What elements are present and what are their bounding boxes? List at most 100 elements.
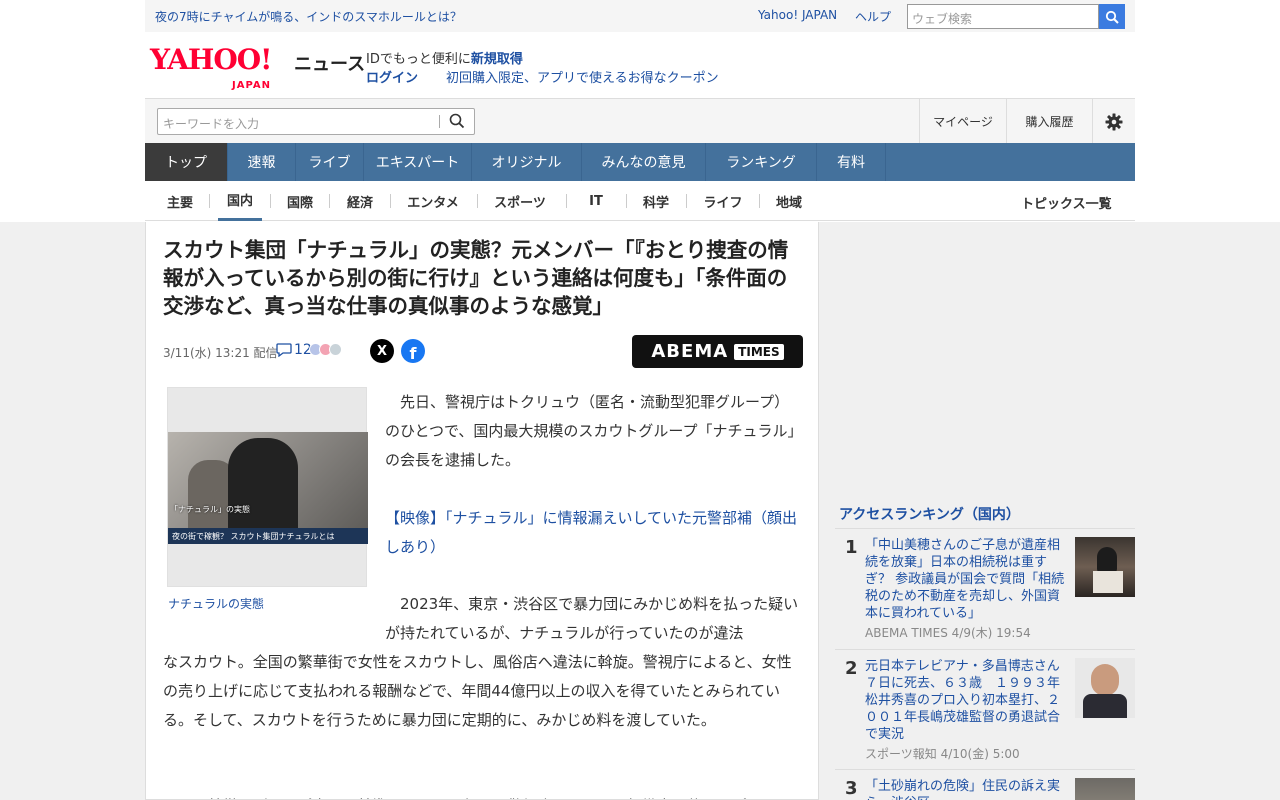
nav-ranking[interactable]: ランキング: [706, 143, 817, 181]
web-search-input[interactable]: ウェブ検索: [907, 4, 1099, 29]
article-date: 3/11(水) 13:21: [163, 346, 250, 360]
search-icon: [449, 113, 465, 129]
cat-entertainment[interactable]: エンタメ: [399, 181, 467, 221]
thumbnail-figure: [1097, 547, 1117, 573]
article-paragraph-rest: なスカウト。全国の繁華街で女性をスカウトし、風俗店へ違法に斡旋。警視庁によると、…: [163, 653, 792, 729]
service-name: ニュース: [294, 54, 366, 75]
ranking-item-meta: ABEMA TIMES 4/9(木) 19:54: [865, 626, 1031, 640]
keyword-search-button[interactable]: [449, 113, 465, 133]
id-promo: IDでもっと便利に新規取得: [366, 48, 523, 67]
cat-divider: [566, 194, 567, 208]
cat-divider: [759, 194, 760, 208]
cat-main[interactable]: 主要: [159, 181, 201, 221]
ranking-number: 1: [845, 537, 858, 558]
ranking-item[interactable]: 2 元日本テレビアナ・多昌博志さん７日に死去、６３歳 １９９３年松井秀喜のプロ入…: [835, 650, 1135, 770]
comment-icon: [276, 343, 292, 357]
photo-overlay-caption: 「ナチュラル」の実態: [170, 505, 250, 514]
nav-opinions[interactable]: みんなの意見: [582, 143, 706, 181]
comment-count-link[interactable]: 12: [276, 342, 312, 358]
search-row: キーワードを入力 マイページ 購入履歴: [145, 98, 1135, 144]
cat-divider: [686, 194, 687, 208]
x-icon: X: [376, 343, 388, 359]
nav-paid[interactable]: 有料: [817, 143, 886, 181]
thumbnail-figure: [1093, 571, 1123, 593]
mypage-link[interactable]: マイページ: [919, 99, 1006, 144]
topics-list-link[interactable]: トピックス一覧: [1021, 193, 1112, 212]
reaction-face-icon: [329, 343, 342, 356]
video-link[interactable]: 【映像】「ナチュラル」に情報漏えいしていた元警部補（顔出しあり）: [385, 504, 803, 562]
cat-divider: [329, 194, 330, 208]
ranking-thumbnail: [1075, 658, 1135, 718]
article-headline: スカウト集団「ナチュラル」の実態？元メンバー「『おとり捜査の情報が入っているから…: [163, 238, 789, 318]
settings-button[interactable]: [1092, 99, 1135, 144]
nav-expert[interactable]: エキスパート: [364, 143, 472, 181]
cat-world[interactable]: 国際: [279, 181, 321, 221]
ranking-number: 3: [845, 778, 858, 799]
source-logo-abema-times[interactable]: ABEMA TIMES: [632, 335, 803, 368]
article-paragraph: その特徴はグループ内での基準は“SNS”で行い、警視庁によると、組織内で使うアプ…: [163, 792, 803, 799]
ranking-number: 2: [845, 658, 858, 679]
purchase-history-link[interactable]: 購入履歴: [1006, 99, 1092, 144]
thumbnail-figure: [1083, 694, 1127, 718]
coupon-link[interactable]: 初回購入限定、アプリで使えるお得なクーポン: [446, 67, 719, 86]
cat-divider: [626, 194, 627, 208]
gear-icon: [1105, 113, 1123, 130]
article-paragraph: 先日、警視庁はトクリュウ（匿名・流動型犯罪グループ）のひとつで、国内最大規模のス…: [385, 393, 803, 469]
web-search-button[interactable]: [1099, 4, 1125, 29]
article-meta: 3/11(水) 13:21 配信: [163, 344, 278, 361]
ranking-item[interactable]: 1 「中山美穂さんのご子息が遺産相続を放棄」日本の相続税は重すぎ？ 参政議員が国…: [835, 529, 1135, 650]
access-ranking: アクセスランキング（国内） 1 「中山美穂さんのご子息が遺産相続を放棄」日本の相…: [835, 500, 1135, 800]
ranking-item-meta: スポーツ報知 4/10(金) 5:00: [865, 747, 1020, 761]
cat-it[interactable]: IT: [575, 181, 617, 221]
cat-domestic[interactable]: 国内: [218, 181, 262, 221]
photo-image: 「ナチュラル」の実態 夜の街で稼観？ スカウト集団ナチュラルとは: [168, 432, 368, 544]
cat-sports[interactable]: スポーツ: [486, 181, 554, 221]
reaction-icons[interactable]: [309, 343, 342, 356]
nav-live[interactable]: ライブ: [296, 143, 364, 181]
cat-divider: [270, 194, 271, 208]
x-share-button[interactable]: X: [370, 339, 394, 363]
site-header: YAHOO! JAPAN ニュース IDでもっと便利に新規取得 ログイン 初回購…: [145, 32, 1135, 98]
article-paragraph-indent: 2023年、東京・渋谷区で暴力団にみかじめ料を払った疑いが持たれているが、ナチュ…: [385, 595, 799, 642]
search-icon: [1105, 10, 1119, 24]
thumbnail-figure: [1091, 664, 1119, 696]
ranking-item-title[interactable]: 「中山美穂さんのご子息が遺産相続を放棄」日本の相続税は重すぎ？ 参政議員が国会で…: [865, 537, 1068, 622]
cat-science[interactable]: 科学: [635, 181, 677, 221]
article-paragraph: 2023年、東京・渋谷区で暴力団にみかじめ料を払った疑いが持たれているが、ナチュ…: [163, 590, 803, 735]
yahoo-japan-link[interactable]: Yahoo! JAPAN: [758, 8, 837, 22]
cat-divider: [390, 194, 391, 208]
search-divider: [439, 115, 440, 128]
facebook-icon: f: [409, 344, 417, 363]
cat-economy[interactable]: 経済: [338, 181, 382, 221]
signup-link[interactable]: 新規取得: [471, 52, 523, 67]
cat-life[interactable]: ライフ: [696, 181, 750, 221]
ranking-title[interactable]: アクセスランキング（国内）: [839, 504, 1020, 524]
id-promo-text: IDでもっと便利に: [366, 52, 471, 67]
article: スカウト集団「ナチュラル」の実態？元メンバー「『おとり捜査の情報が入っているから…: [145, 222, 819, 800]
ranking-item-title[interactable]: 元日本テレビアナ・多昌博志さん７日に死去、６３歳 １９９３年松井秀喜のプロ入り初…: [865, 658, 1068, 743]
nav-breaking[interactable]: 速報: [228, 143, 296, 181]
ranking-thumbnail: [1075, 778, 1135, 800]
cat-divider: [477, 194, 478, 208]
photo-caption-bar: 夜の街で稼観？ スカウト集団ナチュラルとは: [168, 528, 368, 544]
nav-original[interactable]: オリジナル: [472, 143, 582, 181]
ranking-item-title[interactable]: 「土砂崩れの危険」住民の訴え実ら…渋谷区…: [865, 778, 1068, 800]
login-link[interactable]: ログイン: [366, 67, 418, 86]
logo-sub: JAPAN: [232, 80, 271, 91]
source-logo-text: ABEMA: [651, 341, 729, 362]
article-delivered: 配信: [253, 346, 278, 360]
facebook-share-button[interactable]: f: [401, 339, 425, 363]
yahoo-news-logo[interactable]: YAHOO! JAPAN ニュース: [150, 43, 365, 92]
article-photo[interactable]: 「ナチュラル」の実態 夜の街で稼観？ スカウト集団ナチュラルとは: [167, 387, 368, 587]
keyword-search-input[interactable]: キーワードを入力: [157, 108, 475, 135]
nav-top[interactable]: トップ: [145, 143, 228, 181]
ranking-item[interactable]: 3 「土砂崩れの危険」住民の訴え実ら…渋谷区…: [835, 770, 1135, 800]
promo-link[interactable]: 夜の7時にチャイムが鳴る、インドのスマホルールとは？: [155, 8, 462, 25]
logo-text: YAHOO!: [150, 43, 272, 76]
category-nav: 主要 国内 国際 経済 エンタメ スポーツ IT 科学 ライフ 地域 トピックス…: [145, 181, 1135, 221]
cat-divider: [209, 194, 210, 208]
utility-bar: 夜の7時にチャイムが鳴る、インドのスマホルールとは？ Yahoo! JAPAN …: [145, 0, 1135, 32]
help-link[interactable]: ヘルプ: [855, 8, 891, 25]
source-logo-sub: TIMES: [734, 343, 784, 360]
cat-region[interactable]: 地域: [767, 181, 811, 221]
